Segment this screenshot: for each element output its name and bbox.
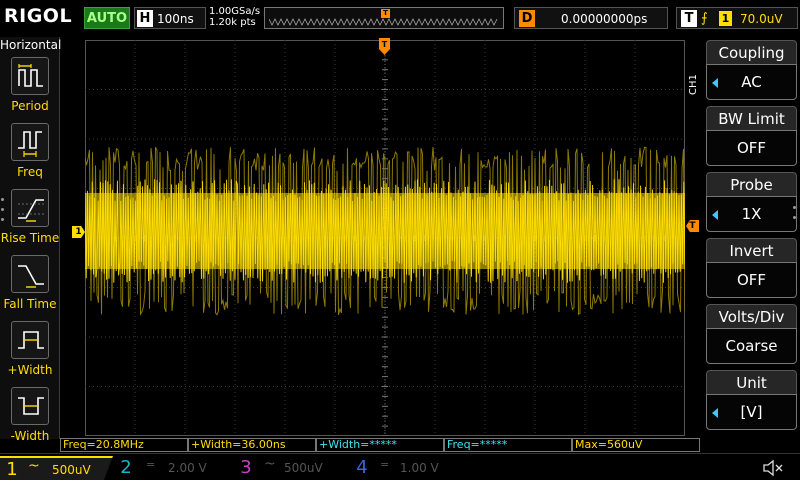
bw-limit-menu-item[interactable]: BW Limit OFF	[706, 106, 797, 168]
delay-value: 0.00000000ps	[561, 12, 648, 26]
ch1-waveform	[85, 146, 685, 317]
left-arrow-icon	[712, 78, 718, 88]
memory-trigger-marker: T	[381, 9, 390, 18]
invert-title: Invert	[706, 238, 797, 262]
measurement-result[interactable]: Freq=20.8MHz	[60, 438, 188, 452]
period-icon	[11, 57, 49, 95]
panel-title: Horizontal	[0, 38, 62, 52]
unit-menu-item[interactable]: Unit [V]	[706, 370, 797, 432]
coupling-menu-item[interactable]: Coupling AC	[706, 40, 797, 102]
invert-menu-item[interactable]: Invert OFF	[706, 238, 797, 300]
ch4-number: 4	[356, 457, 368, 478]
left-arrow-icon	[712, 408, 718, 418]
delay-readout[interactable]: D 0.00000000ps	[514, 7, 668, 29]
brand-logo: RIGOL	[4, 5, 73, 27]
channel-menu: Coupling AC BW Limit OFF Probe 1X Invert…	[703, 37, 800, 439]
horizontal-letter: H	[137, 10, 153, 27]
ac-coupling-icon: ~	[28, 458, 40, 474]
ch2-status[interactable]: 2 = 2.00 V	[116, 456, 232, 480]
waveform-display[interactable]	[85, 40, 685, 436]
coupling-title: Coupling	[706, 40, 797, 64]
fall-time-icon	[11, 255, 49, 293]
ch4-scale: 1.00 V	[400, 461, 439, 475]
timebase-readout[interactable]: H 100ns	[134, 7, 206, 29]
measurement-result[interactable]: +Width=*****	[316, 438, 444, 452]
positive-width-icon	[11, 321, 49, 359]
probe-value: 1X	[706, 196, 797, 232]
trigger-source-badge: 1	[719, 11, 732, 26]
dc-coupling-icon: =	[380, 458, 390, 471]
ch1-number: 1	[6, 459, 18, 480]
ch3-scale: 500uV	[284, 461, 323, 475]
bw-limit-value: OFF	[706, 130, 797, 166]
measurement-result[interactable]: Max=560uV	[572, 438, 700, 452]
volts-div-value: Coarse	[706, 328, 797, 364]
channel-status-bar: 1 ~ 500uV 2 = 2.00 V 3 ~ 500uV 4 = 1.00 …	[0, 453, 800, 480]
menu-page-dots	[793, 206, 797, 226]
ch2-scale: 2.00 V	[168, 461, 207, 475]
trigger-level-value: 70.0uV	[740, 12, 783, 26]
ch4-status[interactable]: 4 = 1.00 V	[352, 456, 468, 480]
horizontal-measure-panel: Horizontal Period Freq Rise Time Fall Ti…	[0, 37, 62, 443]
negative-width-icon	[11, 387, 49, 425]
measurement-results: Freq=20.8MHz +Width=36.00ns +Width=*****…	[60, 438, 700, 453]
run-status-badge[interactable]: AUTO	[84, 7, 130, 29]
timebase-value: 100ns	[157, 12, 194, 26]
ch2-number: 2	[120, 457, 132, 478]
ch3-number: 3	[240, 457, 252, 478]
memory-overview-bar: T	[264, 7, 504, 29]
memory-depth: 1.20k pts	[209, 17, 256, 28]
ch1-ground-marker[interactable]: 1	[72, 226, 85, 238]
coupling-value: AC	[706, 64, 797, 100]
period-label: Period	[11, 99, 49, 113]
memory-thumbnail-trace	[269, 18, 498, 26]
negative-width-label: -Width	[10, 429, 50, 443]
fall-time-label: Fall Time	[3, 297, 57, 311]
unit-value: [V]	[706, 394, 797, 430]
speaker-muted-icon[interactable]	[762, 459, 784, 477]
sample-rate: 1.00GSa/s	[209, 6, 261, 17]
rise-time-icon	[11, 189, 49, 227]
dc-coupling-icon: =	[146, 458, 156, 471]
frequency-label: Freq	[17, 165, 43, 179]
trigger-marker-text: T	[382, 40, 388, 49]
measure-frequency-button[interactable]: Freq	[0, 123, 60, 187]
page-indicator-dots	[1, 198, 5, 228]
measure-period-button[interactable]: Period	[0, 57, 60, 121]
ch1-status[interactable]: 1 ~ 500uV	[0, 456, 113, 480]
trigger-position-marker[interactable]: T	[379, 38, 390, 56]
measurement-result[interactable]: Freq=*****	[444, 438, 572, 452]
measure-fall-time-button[interactable]: Fall Time	[0, 255, 60, 319]
acquisition-info: 1.00GSa/s 1.20k pts	[209, 6, 260, 28]
rising-edge-icon: ⨍	[701, 11, 708, 26]
volts-div-menu-item[interactable]: Volts/Div Coarse	[706, 304, 797, 366]
positive-width-label: +Width	[7, 363, 53, 377]
volts-div-title: Volts/Div	[706, 304, 797, 328]
measure-positive-width-button[interactable]: +Width	[0, 321, 60, 385]
probe-title: Probe	[706, 172, 797, 196]
ch3-status[interactable]: 3 ~ 500uV	[236, 456, 352, 480]
measurement-result[interactable]: +Width=36.00ns	[188, 438, 316, 452]
frequency-icon	[11, 123, 49, 161]
measure-rise-time-button[interactable]: Rise Time	[0, 189, 60, 253]
memory-waveform-thumbnail	[269, 18, 498, 26]
trigger-letter: T	[681, 10, 697, 27]
delay-letter: D	[519, 10, 535, 27]
rise-time-label: Rise Time	[0, 231, 60, 245]
unit-title: Unit	[706, 370, 797, 394]
left-arrow-icon	[712, 210, 718, 220]
channel-tag: CH1	[688, 74, 699, 96]
trigger-readout[interactable]: T ⨍ 1 70.0uV	[676, 7, 798, 29]
trigger-level-marker[interactable]: T	[686, 220, 699, 232]
bw-limit-title: BW Limit	[706, 106, 797, 130]
invert-value: OFF	[706, 262, 797, 298]
top-status-bar: RIGOL AUTO H 100ns 1.00GSa/s 1.20k pts T…	[0, 0, 800, 36]
probe-menu-item[interactable]: Probe 1X	[706, 172, 797, 234]
ac-coupling-icon: ~	[264, 456, 276, 472]
measure-negative-width-button[interactable]: -Width	[0, 387, 60, 451]
ch1-scale: 500uV	[52, 463, 91, 477]
